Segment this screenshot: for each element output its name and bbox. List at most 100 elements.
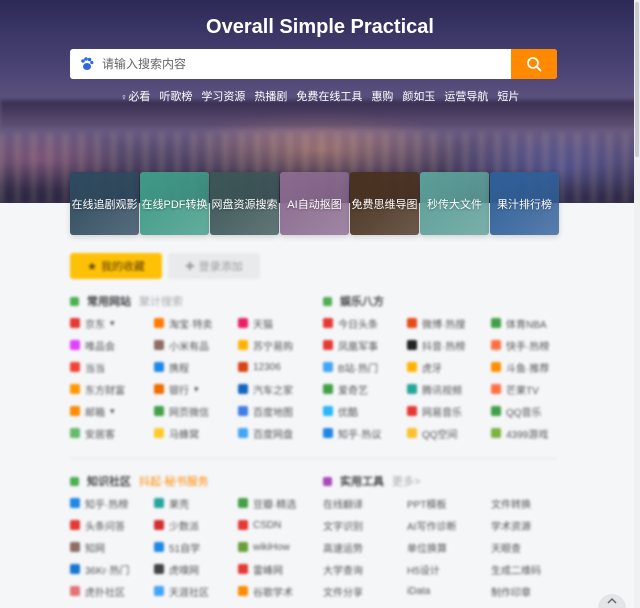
site-link[interactable]: 学术资源: [491, 516, 575, 534]
site-link[interactable]: 12306: [238, 358, 322, 376]
site-link[interactable]: QQ音乐: [491, 402, 575, 420]
section-subtitle[interactable]: 抖起·秘书服务: [139, 473, 209, 489]
site-link[interactable]: 高速运势: [323, 538, 407, 556]
site-link[interactable]: 邮箱 ▾: [70, 402, 154, 420]
search-button[interactable]: [511, 49, 557, 79]
baidu-paw-icon[interactable]: [76, 53, 98, 75]
site-link[interactable]: 天眼查: [491, 538, 575, 556]
site-link[interactable]: wikiHow: [238, 538, 322, 556]
site-link[interactable]: 携程: [154, 358, 238, 376]
feature-card[interactable]: 在线PDF转换: [140, 172, 209, 235]
site-link-label: 在线翻译: [323, 499, 363, 511]
quicklink-item[interactable]: 听歌榜: [159, 88, 192, 104]
site-link[interactable]: 优酷: [323, 402, 407, 420]
site-link[interactable]: 京东 ▾: [70, 314, 154, 332]
site-link[interactable]: 虎嗅网: [154, 560, 238, 578]
site-link[interactable]: 百度地图: [238, 402, 322, 420]
site-link[interactable]: 36Kr·热门: [70, 560, 154, 578]
quicklink-item[interactable]: ♀必看: [121, 88, 151, 104]
site-link[interactable]: 在线翻译: [323, 494, 407, 512]
feature-card[interactable]: 网盘资源搜索: [210, 172, 279, 235]
site-link[interactable]: 腾讯视频: [407, 380, 491, 398]
site-favicon-icon: [70, 564, 80, 574]
feature-card[interactable]: 在线追剧观影: [70, 172, 139, 235]
site-favicon-icon: [70, 520, 80, 530]
site-link[interactable]: 雷峰网: [238, 560, 322, 578]
quicklink-item[interactable]: 运营导航: [444, 88, 488, 104]
site-link[interactable]: 谷歌学术: [238, 582, 322, 600]
site-link[interactable]: 抖音·热榜: [407, 336, 491, 354]
site-link[interactable]: 安居客: [70, 424, 154, 442]
site-link[interactable]: 文件转换: [491, 494, 575, 512]
site-link[interactable]: 苏宁易购: [238, 336, 322, 354]
site-link-label: 虎牙: [422, 363, 442, 375]
site-link[interactable]: 文件分享: [323, 582, 407, 600]
site-link[interactable]: 知乎·热议: [323, 424, 407, 442]
site-link[interactable]: 虎牙: [407, 358, 491, 376]
scrollbar-thumb[interactable]: [635, 2, 639, 157]
site-link[interactable]: 头条问答: [70, 516, 154, 534]
site-link[interactable]: 百度网盘: [238, 424, 322, 442]
section-more-link[interactable]: 更多>: [392, 473, 420, 489]
site-grid: 今日头条 微博·热搜 体育NBA 凤凰军事 抖音·热榜 快手·热榜 B站·热门 虎牙 斗鱼·推荐…: [323, 314, 563, 442]
site-link[interactable]: 果壳: [154, 494, 238, 512]
search-input[interactable]: [98, 49, 511, 79]
site-link[interactable]: 网易音乐: [407, 402, 491, 420]
tab-login-add[interactable]: ✚ 登录添加: [168, 253, 260, 279]
site-link[interactable]: H5设计: [407, 560, 491, 578]
site-link[interactable]: 天涯社区: [154, 582, 238, 600]
site-link[interactable]: 马蜂窝: [154, 424, 238, 442]
site-link[interactable]: 制作印章: [491, 582, 575, 600]
site-link[interactable]: 大学查询: [323, 560, 407, 578]
site-link[interactable]: 体育NBA: [491, 314, 575, 332]
site-link[interactable]: QQ空间: [407, 424, 491, 442]
site-link[interactable]: 凤凰军事: [323, 336, 407, 354]
site-link[interactable]: 4399游戏: [491, 424, 575, 442]
page-scrollbar[interactable]: [634, 0, 640, 608]
feature-card[interactable]: 秒传大文件: [420, 172, 489, 235]
feature-card[interactable]: 果汁排行榜: [490, 172, 559, 235]
site-link[interactable]: CSDN: [238, 516, 322, 534]
site-link[interactable]: 文字识别: [323, 516, 407, 534]
site-link[interactable]: 网页微信: [154, 402, 238, 420]
site-link[interactable]: 爱奇艺: [323, 380, 407, 398]
site-link[interactable]: 单位换算: [407, 538, 491, 556]
site-link[interactable]: 豆瓣·精选: [238, 494, 322, 512]
site-link[interactable]: 汽车之家: [238, 380, 322, 398]
quicklink-item[interactable]: 热播剧: [254, 88, 287, 104]
site-link[interactable]: 银行 ▾: [154, 380, 238, 398]
section-subtitle[interactable]: 聚计搜索: [139, 293, 183, 309]
site-link[interactable]: 知乎·热榜: [70, 494, 154, 512]
quicklink-item[interactable]: 颜如玉: [402, 88, 435, 104]
site-favicon-icon: [154, 406, 164, 416]
site-link[interactable]: 今日头条: [323, 314, 407, 332]
site-link[interactable]: 斗鱼·推荐: [491, 358, 575, 376]
site-link[interactable]: 微博·热搜: [407, 314, 491, 332]
site-link[interactable]: 生成二维码: [491, 560, 575, 578]
site-link[interactable]: 小米有品: [154, 336, 238, 354]
quicklink-item[interactable]: 学习资源: [201, 88, 245, 104]
site-link[interactable]: B站·热门: [323, 358, 407, 376]
site-link[interactable]: 唯品会: [70, 336, 154, 354]
site-link-label: 谷歌学术: [253, 587, 293, 599]
site-link[interactable]: 少数派: [154, 516, 238, 534]
quicklink-item[interactable]: 短片: [497, 88, 519, 104]
feature-card[interactable]: AI自动抠图: [280, 172, 349, 235]
site-link[interactable]: 知网: [70, 538, 154, 556]
grid-icon: [70, 476, 79, 486]
site-link[interactable]: 51自学: [154, 538, 238, 556]
site-link[interactable]: iData: [407, 582, 491, 600]
site-link[interactable]: 虎扑社区: [70, 582, 154, 600]
site-link[interactable]: 淘宝·特卖: [154, 314, 238, 332]
quicklink-item[interactable]: 惠购: [371, 88, 393, 104]
site-link[interactable]: 芒果TV: [491, 380, 575, 398]
site-link[interactable]: PPT模板: [407, 494, 491, 512]
quicklink-item[interactable]: 免费在线工具: [296, 88, 362, 104]
site-link[interactable]: 东方财富: [70, 380, 154, 398]
site-link[interactable]: 快手·热榜: [491, 336, 575, 354]
tab-my-favorites[interactable]: ★ 我的收藏: [70, 253, 162, 279]
feature-card[interactable]: 免费思维导图: [350, 172, 419, 235]
site-link[interactable]: 当当: [70, 358, 154, 376]
site-link[interactable]: 天猫: [238, 314, 322, 332]
site-link[interactable]: AI写作诊断: [407, 516, 491, 534]
